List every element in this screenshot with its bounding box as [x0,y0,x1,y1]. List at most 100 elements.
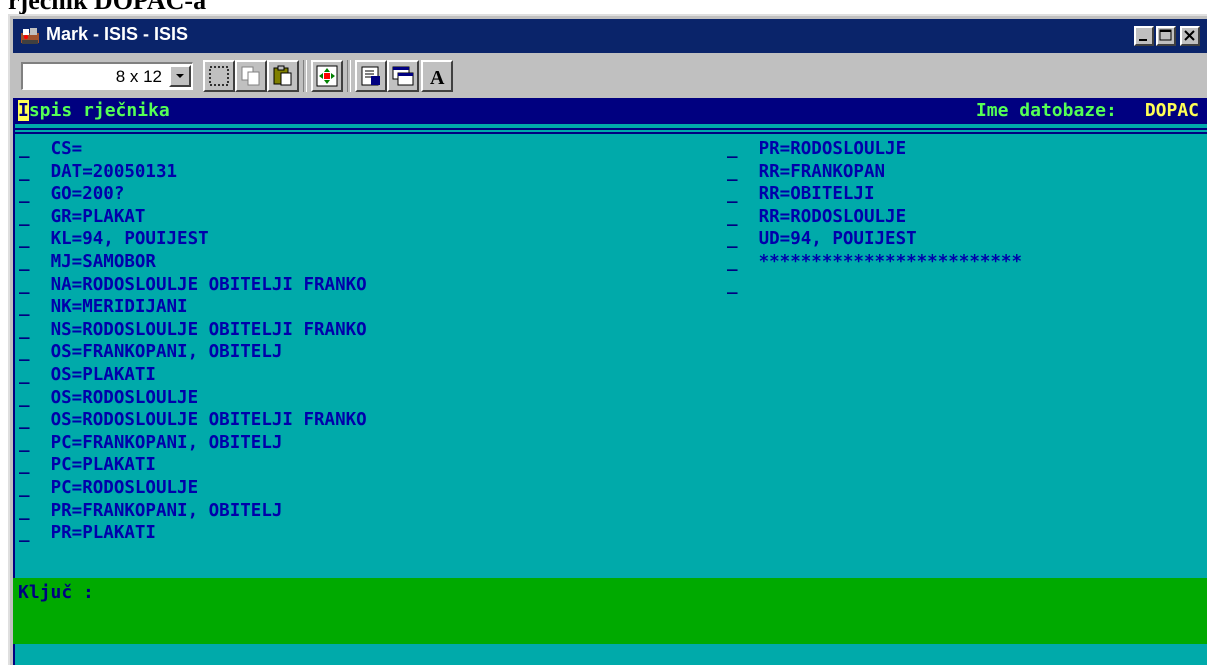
header-divider [13,128,1207,134]
dictionary-entry[interactable]: _ PC=PLAKATI [19,454,367,477]
dictionary-entry[interactable]: _ KL=94, POUIJEST [19,228,367,251]
dictionary-entry[interactable]: _ GR=PLAKAT [19,206,367,229]
dictionary-entry[interactable]: _ MJ=SAMOBOR [19,251,367,274]
dictionary-entry[interactable]: _ OS=RODOSLOULJE [19,387,367,410]
dictionary-entry[interactable]: _ RR=FRANKOPAN [727,161,1022,184]
copy-button[interactable] [235,60,267,92]
toolbar-separator [347,60,351,92]
dictionary-entry[interactable]: _ OS=PLAKATI [19,364,367,387]
dictionary-entry[interactable]: _ OS=FRANKOPANI, OBITELJ [19,341,367,364]
maximize-button[interactable] [1156,26,1176,46]
key-input-bar[interactable]: Ključ : [13,578,1207,644]
entry-text: OS=RODOSLOULJE OBITELJI FRANKO [50,410,367,431]
entry-text: ************************* [758,251,1023,272]
close-icon [1184,30,1195,41]
copy-icon [241,66,260,86]
entry-text: PC=PLAKATI [50,455,156,476]
entry-text: DAT=20050131 [50,161,178,182]
properties-button[interactable] [355,60,387,92]
toolbar: 8 x 12 A [13,56,1207,96]
dictionary-entry[interactable]: _ UD=94, POUIJEST [727,228,1022,251]
dictionary-entry[interactable]: _ PR=PLAKATI [19,522,367,545]
background-icon [392,66,414,86]
screen-title-text: spis rječnika [28,100,170,121]
dictionary-entry[interactable]: _ OS=RODOSLOULJE OBITELJI FRANKO [19,409,367,432]
select-icon [209,66,229,86]
paste-button[interactable] [267,60,299,92]
entry-marker: _ [19,319,51,340]
minimize-icon [1139,39,1147,41]
dictionary-entry[interactable]: _ NS=RODOSLOULJE OBITELJI FRANKO [19,319,367,342]
entry-marker: _ [19,387,51,408]
dictionary-entry[interactable]: _ RR=OBITELJI [727,183,1022,206]
entry-marker: _ [727,229,759,250]
entry-marker: _ [19,184,51,205]
dictionary-entry[interactable]: _ [727,274,1022,297]
entry-text: GR=PLAKAT [50,206,146,227]
dictionary-entry[interactable]: _ DAT=20050131 [19,161,367,184]
dictionary-list-left: _ CS= _ DAT=20050131 _ GO=200? _ GR=PLAKAT _… [19,138,367,545]
dictionary-entry[interactable]: _ GO=200? [19,183,367,206]
isis-window: Mark - ISIS - ISIS 8 x 12 A Ispis rječni… [8,14,1207,665]
fullscreen-button[interactable] [311,60,343,92]
cursor-char: I [18,100,29,121]
entry-text: PR=RODOSLOULJE [758,139,907,159]
entry-text: OS=PLAKATI [50,364,156,385]
dictionary-entry[interactable]: _ PR=FRANKOPANI, OBITELJ [19,500,367,523]
dictionary-entry[interactable]: _ PC=RODOSLOULJE [19,477,367,500]
dictionary-entry[interactable]: _ PC=FRANKOPANI, OBITELJ [19,432,367,455]
entry-marker: _ [19,342,51,363]
entry-text: NA=RODOSLOULJE OBITELJI FRANKO [50,274,367,295]
entry-marker: _ [19,477,51,498]
entry-marker: _ [19,455,51,476]
entry-text: PR=FRANKOPANI, OBITELJ [50,500,283,521]
entry-text: UD=94, POUIJEST [758,229,917,250]
entry-marker: _ [19,364,51,385]
entry-marker: _ [19,500,51,521]
window-title: Mark - ISIS - ISIS [46,24,189,44]
font-button[interactable]: A [421,60,453,92]
background-button[interactable] [387,60,419,92]
entry-text: RR=RODOSLOULJE [758,206,907,227]
close-button[interactable] [1180,26,1200,46]
console-area[interactable]: Ispis rječnika Ime datobaze: DOPAC _ CS= _… [13,98,1207,665]
entry-marker: _ [727,139,759,159]
dictionary-entry[interactable]: _ CS= [19,138,367,161]
mark-button[interactable] [203,60,235,92]
entry-marker: _ [727,184,759,205]
dictionary-entry[interactable]: _ NK=MERIDIJANI [19,296,367,319]
dictionary-entry[interactable]: _ PR=RODOSLOULJE [727,138,1022,161]
dropdown-button[interactable] [169,65,191,87]
font-icon: A [430,67,445,88]
entry-text: KL=94, POUIJEST [50,229,209,250]
dictionary-entry[interactable]: _ RR=RODOSLOULJE [727,206,1022,229]
entry-text: PR=PLAKATI [50,523,156,544]
font-size-select[interactable]: 8 x 12 [21,62,193,90]
entry-marker: _ [19,297,51,318]
entry-marker: _ [19,206,51,227]
dictionary-entry[interactable]: _ NA=RODOSLOULJE OBITELJI FRANKO [19,274,367,297]
console-header: Ispis rječnika Ime datobaze: DOPAC [13,98,1207,124]
dictionary-entry[interactable]: _ ************************* [727,251,1022,274]
entry-marker: _ [727,161,759,182]
screen-title: Ispis rječnika [18,98,170,124]
entry-marker: _ [19,251,51,272]
entry-marker: _ [727,206,759,227]
screenshot: rječnik DOPAC-a Mark - ISIS - ISIS 8 x 1… [0,0,1207,665]
entry-marker: _ [727,251,759,272]
entry-text: RR=FRANKOPAN [758,161,886,182]
isis-app-icon[interactable] [19,25,41,47]
entry-text: MJ=SAMOBOR [50,251,156,272]
key-prompt: Ključ : [18,582,94,603]
entry-text: CS= [50,139,83,159]
font-size-value: 8 x 12 [115,67,162,86]
database-info: Ime datobaze: DOPAC [976,98,1199,124]
title-bar[interactable]: Mark - ISIS - ISIS [13,19,1207,53]
entry-text: NS=RODOSLOULJE OBITELJI FRANKO [50,319,367,340]
fullscreen-icon [316,65,338,87]
minimize-button[interactable] [1134,26,1154,46]
entry-marker: _ [19,410,51,431]
entry-marker: _ [19,139,51,159]
entry-marker: _ [19,274,51,295]
paste-icon [273,65,292,86]
